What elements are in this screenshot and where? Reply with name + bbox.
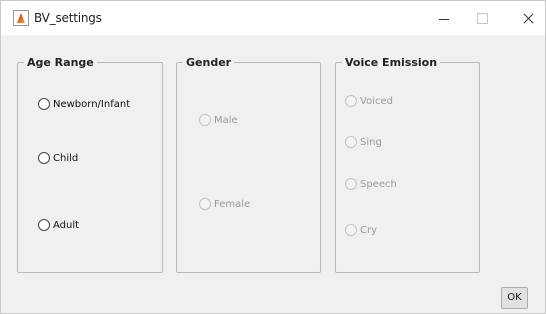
voice-emission-group: Voice Emission bbox=[335, 56, 480, 273]
age-range-group: Age Range bbox=[17, 56, 163, 273]
radio-circle bbox=[345, 178, 357, 190]
matlab-icon bbox=[13, 10, 29, 26]
radio-cry: Cry bbox=[345, 224, 377, 236]
radio-speech: Speech bbox=[345, 178, 397, 190]
radio-circle bbox=[345, 136, 357, 148]
radio-label: Newborn/Infant bbox=[53, 98, 131, 110]
radio-circle bbox=[199, 114, 211, 126]
radio-circle bbox=[199, 198, 211, 210]
radio-label: Sing bbox=[360, 136, 382, 148]
radio-female: Female bbox=[199, 198, 250, 210]
maximize-icon bbox=[457, 1, 503, 35]
radio-voiced: Voiced bbox=[345, 95, 393, 107]
radio-circle[interactable] bbox=[38, 152, 50, 164]
close-icon[interactable] bbox=[501, 1, 546, 35]
radio-label: Speech bbox=[360, 178, 397, 190]
radio-circle[interactable] bbox=[38, 219, 50, 231]
radio-child[interactable]: Child bbox=[38, 152, 78, 164]
radio-label: Cry bbox=[360, 224, 378, 236]
voice-emission-title: Voice Emission bbox=[342, 56, 441, 69]
window-title: BV_settings bbox=[34, 11, 102, 25]
radio-circle bbox=[345, 95, 357, 107]
radio-circle bbox=[345, 224, 357, 236]
radio-label: Voiced bbox=[360, 95, 393, 107]
radio-sing: Sing bbox=[345, 136, 382, 148]
radio-label: Adult bbox=[53, 219, 80, 231]
ok-button[interactable]: OK bbox=[501, 287, 528, 309]
minimize-icon[interactable] bbox=[411, 1, 457, 35]
radio-male: Male bbox=[199, 114, 238, 126]
radio-newborn-infant[interactable]: Newborn/Infant bbox=[38, 98, 130, 110]
radio-label: Male bbox=[214, 114, 238, 126]
radio-label: Child bbox=[53, 152, 79, 164]
age-range-title: Age Range bbox=[24, 56, 97, 69]
title-bar[interactable]: BV_settings bbox=[1, 1, 545, 35]
gender-title: Gender bbox=[183, 56, 235, 69]
gender-group: Gender bbox=[176, 56, 321, 273]
bv-settings-window: BV_settings Age Range Newborn/Infant Chi… bbox=[0, 0, 546, 314]
radio-circle[interactable] bbox=[38, 98, 50, 110]
radio-label: Female bbox=[214, 198, 251, 210]
radio-adult[interactable]: Adult bbox=[38, 219, 79, 231]
